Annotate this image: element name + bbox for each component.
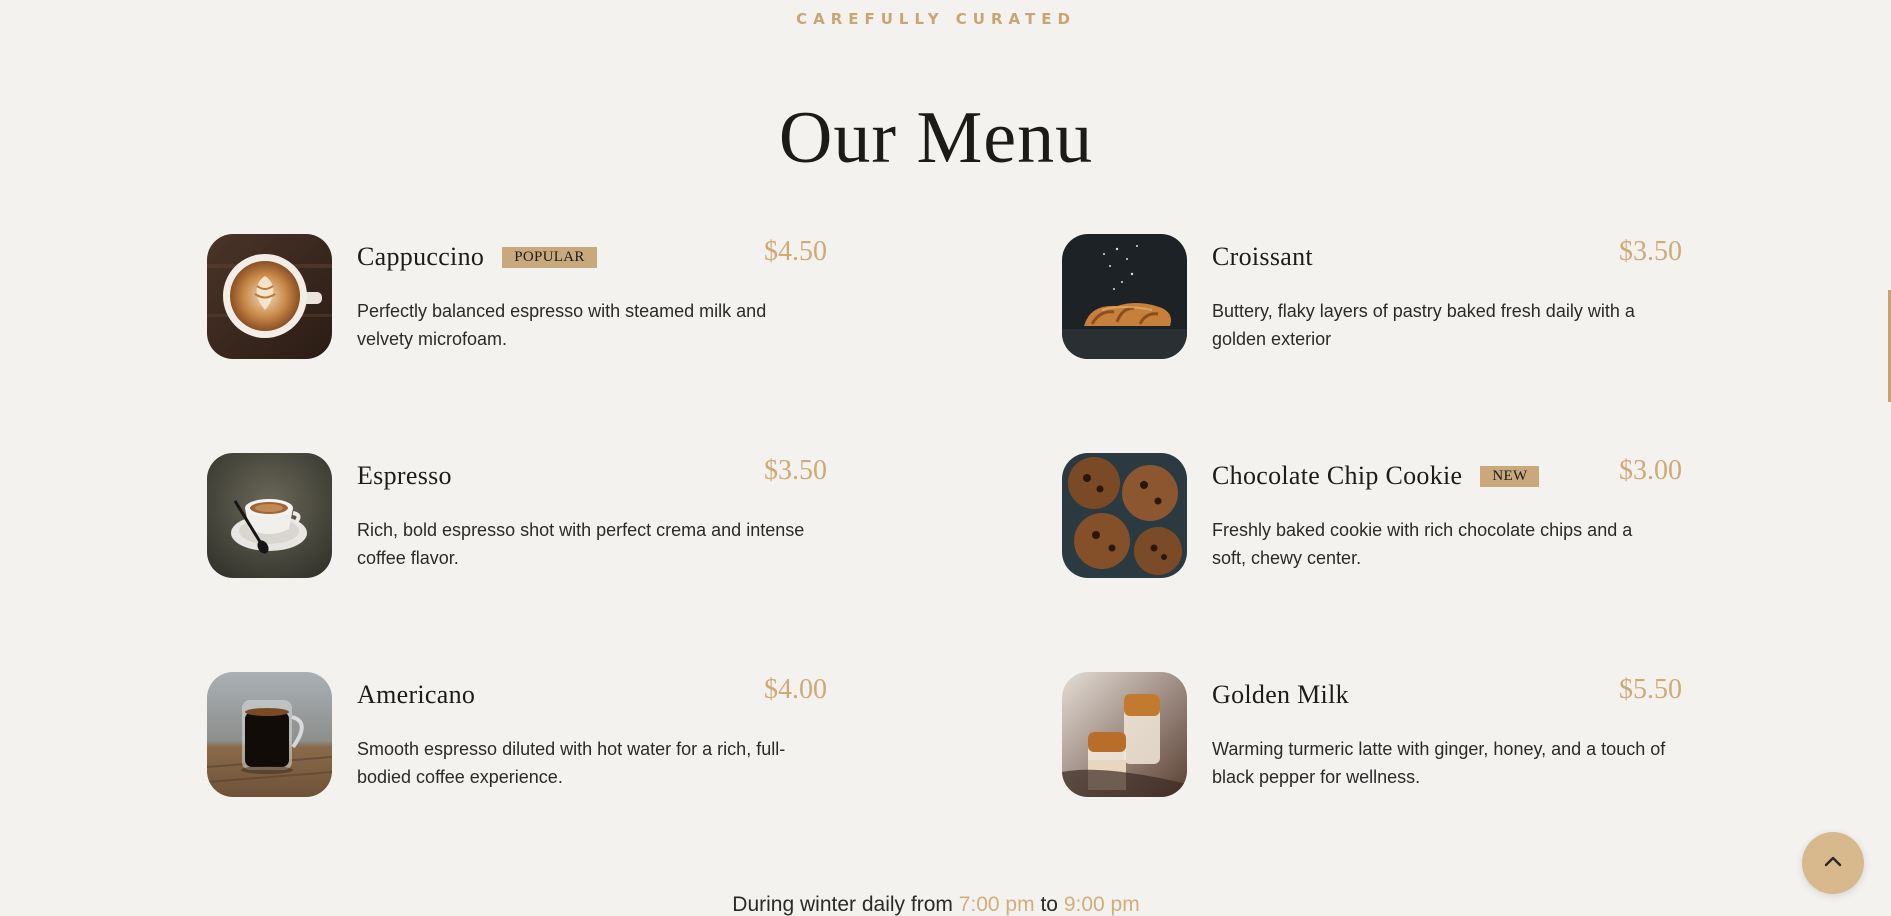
menu-item-name: Americano <box>357 680 475 710</box>
menu-item-golden-milk[interactable]: Golden Milk $5.50 Warming turmeric latte… <box>1062 672 1682 802</box>
menu-item-cappuccino[interactable]: Cappuccino POPULAR $4.50 Perfectly balanc… <box>207 234 827 364</box>
item-price: $5.50 <box>1619 674 1682 705</box>
item-price: $4.00 <box>764 674 827 705</box>
menu-item-chocolate-chip-cookie[interactable]: Chocolate Chip Cookie NEW $3.00 Freshly b… <box>1062 453 1682 583</box>
menu-item-croissant[interactable]: Croissant $3.50 Buttery, flaky layers of… <box>1062 234 1682 364</box>
menu-item-name: Espresso <box>357 461 452 491</box>
menu-item-espresso[interactable]: Espresso $3.50 Rich, bold espresso shot … <box>207 453 827 583</box>
new-badge: NEW <box>1480 466 1540 487</box>
item-title: Croissant <box>1212 242 1313 271</box>
page-title: Our Menu <box>778 97 1094 179</box>
hours-close-time: 9:00 pm <box>1063 893 1140 916</box>
item-description: Freshly baked cookie with rich chocolate… <box>1212 520 1633 568</box>
hours-prefix: During winter daily from <box>732 893 953 916</box>
hours-open-time: 7:00 pm <box>958 893 1035 916</box>
menu-item-name: Cappuccino POPULAR <box>357 242 597 272</box>
menu-item-name: Chocolate Chip Cookie NEW <box>1212 461 1540 491</box>
item-description: Perfectly balanced espresso with steamed… <box>357 301 767 349</box>
item-price: $4.50 <box>764 236 827 267</box>
item-title: Golden Milk <box>1212 680 1349 709</box>
chevron-up-icon <box>1821 850 1845 877</box>
item-title: Cappuccino <box>357 242 485 271</box>
item-price: $3.50 <box>1619 236 1682 267</box>
scroll-to-top-button[interactable] <box>1802 832 1864 894</box>
item-price: $3.50 <box>764 455 827 486</box>
item-description: Smooth espresso diluted with hot water f… <box>357 739 786 787</box>
item-description: Warming turmeric latte with ginger, hone… <box>1212 739 1666 787</box>
americano-photo <box>207 672 332 797</box>
cookie-photo <box>1062 453 1187 578</box>
menu-page: CAREFULLY CURATED Our Menu Cappuccino PO… <box>0 0 1891 916</box>
croissant-photo <box>1062 234 1187 359</box>
item-title: Americano <box>357 680 476 709</box>
item-price: $3.00 <box>1619 455 1682 486</box>
opening-hours: During winter daily from 7:00 pm to 9:00… <box>0 893 1872 916</box>
item-description: Rich, bold espresso shot with perfect cr… <box>357 520 805 568</box>
cappuccino-photo <box>207 234 332 359</box>
item-description: Buttery, flaky layers of pastry baked fr… <box>1212 301 1635 349</box>
espresso-photo <box>207 453 332 578</box>
menu-item-name: Golden Milk <box>1212 680 1349 710</box>
hours-connector: to <box>1040 893 1058 916</box>
golden-milk-photo <box>1062 672 1187 797</box>
menu-item-name: Croissant <box>1212 242 1313 272</box>
item-title: Chocolate Chip Cookie <box>1212 461 1463 490</box>
item-title: Espresso <box>357 461 452 490</box>
section-eyebrow: CAREFULLY CURATED <box>796 10 1076 28</box>
popular-badge: POPULAR <box>502 247 597 268</box>
menu-item-americano[interactable]: Americano $4.00 Smooth espresso diluted … <box>207 672 827 802</box>
